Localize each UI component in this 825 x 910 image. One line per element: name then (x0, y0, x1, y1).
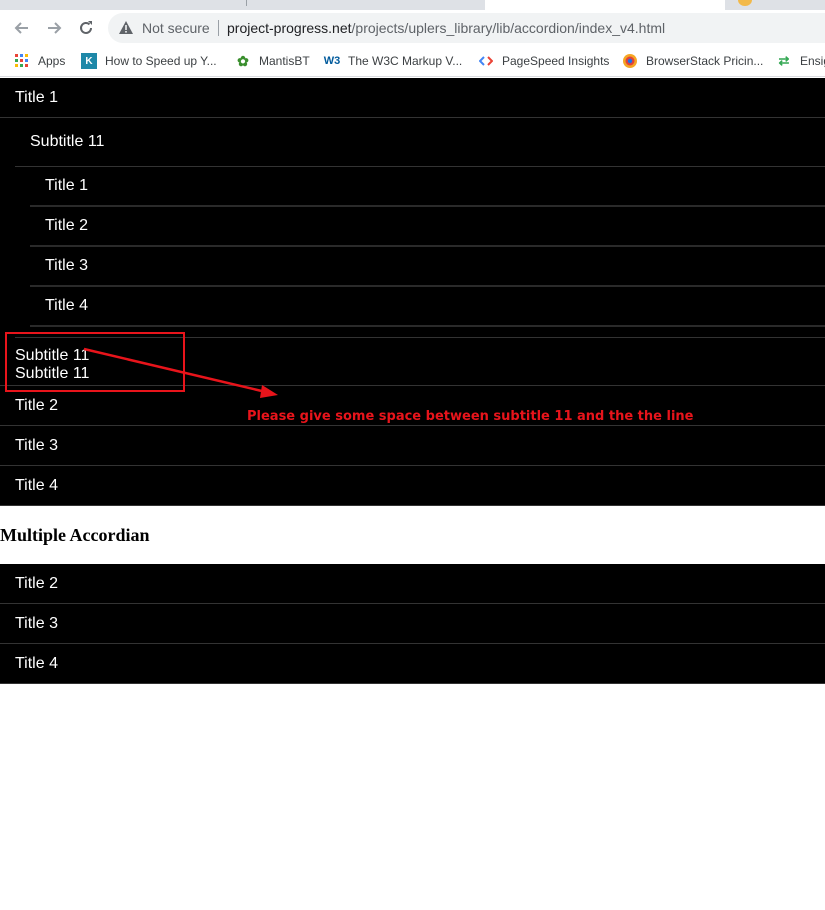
annotation-arrow-icon (83, 347, 278, 398)
annotation-note: Please give some space between subtitle … (247, 409, 694, 424)
